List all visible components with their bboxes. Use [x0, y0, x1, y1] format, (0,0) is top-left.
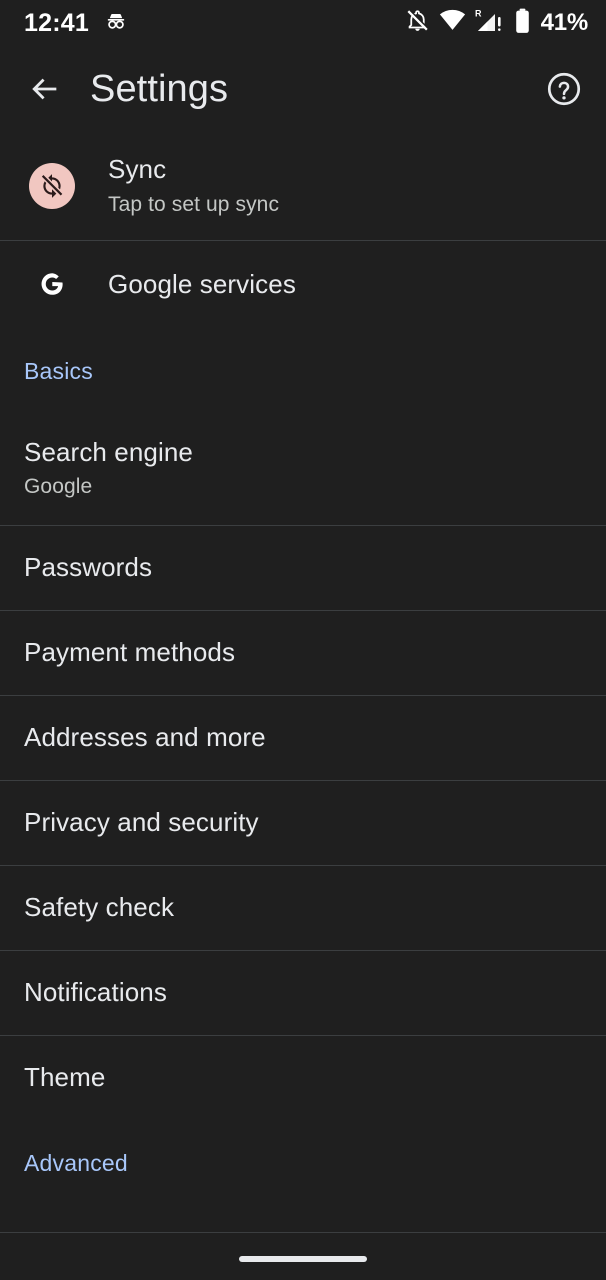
help-button[interactable] — [538, 63, 590, 115]
sync-subtitle: Tap to set up sync — [108, 192, 280, 216]
row-label: Safety check — [24, 892, 175, 923]
incognito-icon — [103, 8, 129, 39]
search-engine-title: Search engine — [24, 436, 193, 467]
battery-icon — [514, 8, 531, 39]
status-clock: 12:41 — [24, 8, 89, 37]
section-header-advanced: Advanced — [24, 1150, 128, 1176]
sync-row[interactable]: Sync Tap to set up sync — [0, 132, 606, 240]
settings-row-safety-check[interactable]: Safety check — [0, 865, 606, 950]
row-label: Notifications — [24, 977, 167, 1008]
settings-row-notifications[interactable]: Notifications — [0, 950, 606, 1035]
svg-text:R: R — [475, 8, 482, 18]
settings-screen: 12:41 R 41% Settings Sync Tap to set up … — [0, 0, 606, 1280]
search-engine-value: Google — [24, 475, 93, 499]
home-gesture-pill[interactable] — [239, 1256, 367, 1262]
toolbar: Settings — [0, 46, 606, 132]
row-label: Addresses and more — [24, 722, 266, 753]
settings-row-payment-methods[interactable]: Payment methods — [0, 610, 606, 695]
google-services-text: Google services — [108, 269, 296, 300]
back-button[interactable] — [16, 60, 74, 118]
search-engine-row[interactable]: Search engine Google — [0, 412, 606, 525]
sync-avatar — [24, 163, 80, 209]
row-label: Privacy and security — [24, 807, 259, 838]
section-header-basics: Basics — [24, 358, 93, 384]
settings-row-theme[interactable]: Theme — [0, 1035, 606, 1120]
nav-divider — [0, 1232, 606, 1233]
row-label: Theme — [24, 1062, 106, 1093]
google-g-icon — [24, 267, 80, 301]
sync-disabled-icon — [29, 163, 75, 209]
sync-title: Sync — [108, 154, 167, 185]
bell-slash-icon — [405, 8, 430, 38]
wifi-icon — [439, 8, 466, 38]
google-services-title: Google services — [108, 268, 296, 299]
system-navigation-bar — [0, 1232, 606, 1280]
settings-row-passwords[interactable]: Passwords — [0, 525, 606, 610]
cellular-roaming-icon: R — [475, 8, 505, 39]
settings-row-addresses-and-more[interactable]: Addresses and more — [0, 695, 606, 780]
help-circle-icon — [547, 72, 581, 106]
battery-percent: 41% — [540, 9, 589, 36]
sync-text: Sync Tap to set up sync — [108, 154, 279, 218]
row-label: Payment methods — [24, 637, 236, 668]
arrow-left-icon — [32, 78, 57, 100]
search-engine-text: Search engine Google — [24, 437, 193, 501]
status-bar-left: 12:41 — [24, 8, 129, 39]
status-bar-right: R 41% — [405, 8, 588, 39]
page-title: Settings — [90, 67, 229, 110]
google-services-row[interactable]: Google services — [0, 241, 606, 327]
settings-row-privacy-and-security[interactable]: Privacy and security — [0, 780, 606, 865]
status-bar: 12:41 R 41% — [0, 0, 606, 46]
row-label: Passwords — [24, 552, 153, 583]
